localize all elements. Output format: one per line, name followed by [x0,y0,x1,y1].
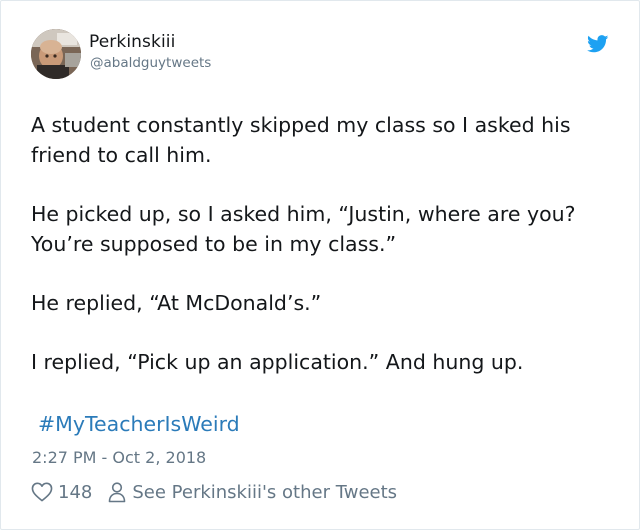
tweet-header: Perkinskiii @abaldguytweets [31,29,615,81]
other-tweets-link[interactable]: See Perkinskiii's other Tweets [132,482,397,503]
tweet-footer: 148 See Perkinskiii's other Tweets [31,479,397,505]
tweet-paragraph: I replied, “Pick up an application.” And… [31,350,524,374]
hashtag-link[interactable]: #MyTeacherIsWeird [38,412,240,436]
like-count: 148 [58,481,93,503]
avatar-image [31,29,81,79]
heart-icon[interactable] [31,482,53,502]
tweet-timestamp[interactable]: 2:27 PM - Oct 2, 2018 [32,448,206,467]
person-icon[interactable] [108,481,126,503]
tweet-paragraph: He picked up, so I asked him, “Justin, w… [31,202,576,256]
author-handle[interactable]: @abaldguytweets [90,55,211,71]
tweet-text: A student constantly skipped my class so… [31,110,621,406]
tweet-paragraph: He replied, “At McDonald’s.” [31,291,322,315]
avatar[interactable] [31,29,81,79]
tweet-paragraph: A student constantly skipped my class so… [31,113,571,167]
twitter-bird-icon[interactable] [587,35,609,53]
author-name[interactable]: Perkinskiii [89,32,175,52]
tweet-card: Perkinskiii @abaldguytweets A student co… [0,0,640,530]
